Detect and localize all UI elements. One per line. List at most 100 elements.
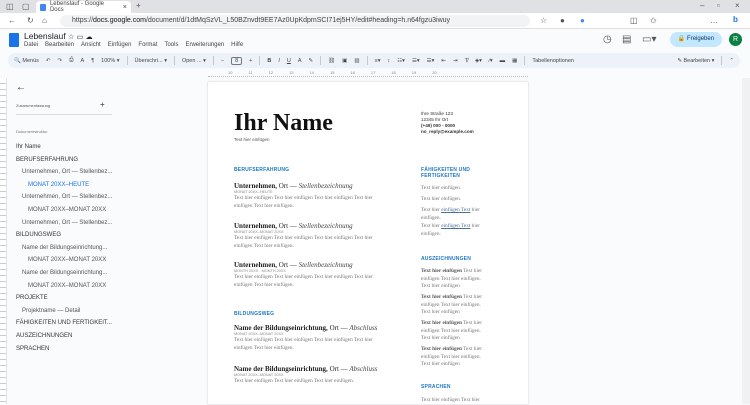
tagline: Text hier einfügen [234,137,270,142]
close-window-icon[interactable]: × [735,2,740,10]
star-icon[interactable]: ☆ [68,34,74,41]
more-icon[interactable]: … [710,17,718,25]
bing-icon[interactable]: b [733,16,738,24]
text-color-icon[interactable]: A [298,58,302,64]
back-icon[interactable]: ← [8,17,16,25]
new-tab-icon[interactable]: + [136,2,141,10]
italic-icon[interactable]: I [278,58,280,64]
favorites-icon[interactable]: ✩ [650,17,657,25]
move-icon[interactable]: ▭ [77,34,84,41]
outline-item[interactable]: Unternehmen, Ort — Stellenbez... [22,220,112,226]
underline-icon[interactable]: U [287,58,291,64]
horizontal-ruler[interactable]: 10 11 12 13 14 15 16 17 18 19 20 [208,70,528,77]
close-tab-icon[interactable]: × [123,4,127,11]
restore-icon[interactable]: ▫ [717,2,720,10]
scrollbar[interactable] [742,78,750,404]
table-options-button[interactable]: Tabellenoptionen [532,58,574,64]
border-width-icon[interactable]: ∕▾ [489,58,493,64]
url-input[interactable]: https://docs.google.com/document/d/1dtMq… [60,15,530,27]
search-menus[interactable]: 🔍 Menüs [14,58,39,64]
home-icon[interactable]: ⌂ [42,17,47,25]
indent-decrease-icon[interactable]: ⇤ [441,58,446,64]
checklist-icon[interactable]: ☷▾ [397,58,405,64]
spellcheck-icon[interactable]: A [81,58,85,64]
line-spacing-icon[interactable]: ↕ [388,58,391,64]
text-link[interactable]: einfügen Text [441,207,470,213]
collapse-icon[interactable]: ⌃ [729,58,734,64]
text: Text hier [421,207,440,213]
docs-logo-icon[interactable] [9,33,19,47]
cloud-icon[interactable]: ☁ [86,34,93,41]
outline-item[interactable]: Projektname — Detail [22,308,80,314]
style-select[interactable]: Überschri... ▾ [135,58,167,64]
avatar[interactable]: R [729,33,742,46]
bullet-list-icon[interactable]: ☰▾ [412,58,420,64]
table-icon[interactable]: ▦ [512,58,517,64]
tab-actions-icon[interactable]: ▢ [22,3,30,11]
outline-item[interactable]: MONAT 20XX–MONAT 20XX [28,207,106,213]
extension-icon[interactable]: ● [580,17,585,25]
add-summary-icon[interactable]: + [100,100,105,109]
decrease-font-icon[interactable]: − [221,58,224,64]
back-arrow-icon[interactable]: ← [16,82,26,93]
text-link[interactable]: einfügen Text [441,223,470,229]
outline-item[interactable]: Ihr Name [16,144,41,150]
workspaces-icon[interactable]: ◫ [6,3,14,11]
highlight-icon[interactable]: ✎ [309,58,314,64]
outline-item[interactable]: PROJEKTE [16,295,48,301]
menu-einfuegen[interactable]: Einfügen [108,42,132,48]
menu-ansicht[interactable]: Ansicht [81,42,101,48]
minimize-icon[interactable]: – [700,2,704,10]
image-icon[interactable]: ▨ [354,58,359,64]
award-bold: Text hier einfügen [421,346,462,352]
extension-icon[interactable]: ● [560,17,565,25]
font-size-input[interactable]: 8 [231,56,243,65]
document-page[interactable]: Ihr Name Text hier einfügen Ihre Straße … [208,82,528,404]
outline-item[interactable]: MONAT 20XX–MONAT 20XX [28,257,106,263]
split-screen-icon[interactable]: ◫ [630,17,638,25]
editing-mode-select[interactable]: ✎ Bearbeiten ▾ [677,58,714,64]
print-icon[interactable]: ⎙ [69,57,73,64]
indent-increase-icon[interactable]: ⇥ [453,58,458,64]
border-dash-icon[interactable]: ▬ [500,58,506,64]
favorite-icon[interactable]: ☆ [540,17,547,25]
undo-icon[interactable]: ↶ [46,58,51,64]
outline-item[interactable]: FÄHIGKEITEN UND FERTIGKEIT... [16,320,112,326]
outline-item[interactable]: SPRACHEN [16,346,49,352]
document-title[interactable]: Lebenslauf ☆ ▭ ☁ [24,31,93,41]
zoom-select[interactable]: 100% ▾ [101,58,119,64]
browser-tab[interactable]: Lebenslauf - Google Docs × [36,1,131,13]
outline-item[interactable]: MONAT 20XX–MONAT 20XX [28,283,106,289]
menu-erweiterungen[interactable]: Erweiterungen [185,42,224,48]
menu-bearbeiten[interactable]: Bearbeiten [45,42,74,48]
vertical-ruler[interactable] [0,78,7,404]
outline-item[interactable]: BERUFSERFAHRUNG [16,157,78,163]
font-select[interactable]: Open ... ▾ [182,58,206,64]
history-icon[interactable]: ◷ [603,35,612,45]
clear-format-icon[interactable]: T̸ [465,58,468,64]
outline-item[interactable]: Unternehmen, Ort — Stellenbez... [22,169,112,175]
menu-hilfe[interactable]: Hilfe [231,42,243,48]
comment-icon[interactable]: ▣ [342,58,347,64]
outline-item[interactable]: AUSZEICHNUNGEN [16,333,72,339]
outline-item[interactable]: Name der Bildungseinrichtung... [22,245,107,251]
meet-icon[interactable]: ▭▾ [642,35,656,45]
bold-icon[interactable]: B [267,58,271,64]
outline-item[interactable]: MONAT 20XX–HEUTE [28,182,89,188]
reload-icon[interactable]: ↻ [27,17,34,25]
outline-item[interactable]: Unternehmen, Ort — Stellenbez... [22,194,112,200]
share-button[interactable]: 🔒 Freigeben [670,32,722,47]
paint-format-icon[interactable]: ¶ [91,58,94,64]
menu-tools[interactable]: Tools [164,42,178,48]
menu-format[interactable]: Format [138,42,157,48]
link-icon[interactable]: ⛓ [328,58,335,64]
menu-datei[interactable]: Datei [24,42,38,48]
outline-item[interactable]: Name der Bildungseinrichtung... [22,270,107,276]
align-icon[interactable]: ≡▾ [375,58,381,64]
comments-icon[interactable]: ▤ [622,35,631,45]
outline-item[interactable]: BILDUNGSWEG [16,232,61,238]
redo-icon[interactable]: ↷ [58,58,63,64]
increase-font-icon[interactable]: + [249,58,252,64]
numbered-list-icon[interactable]: ☰▾ [427,58,435,64]
border-color-icon[interactable]: ◈▾ [475,58,482,64]
